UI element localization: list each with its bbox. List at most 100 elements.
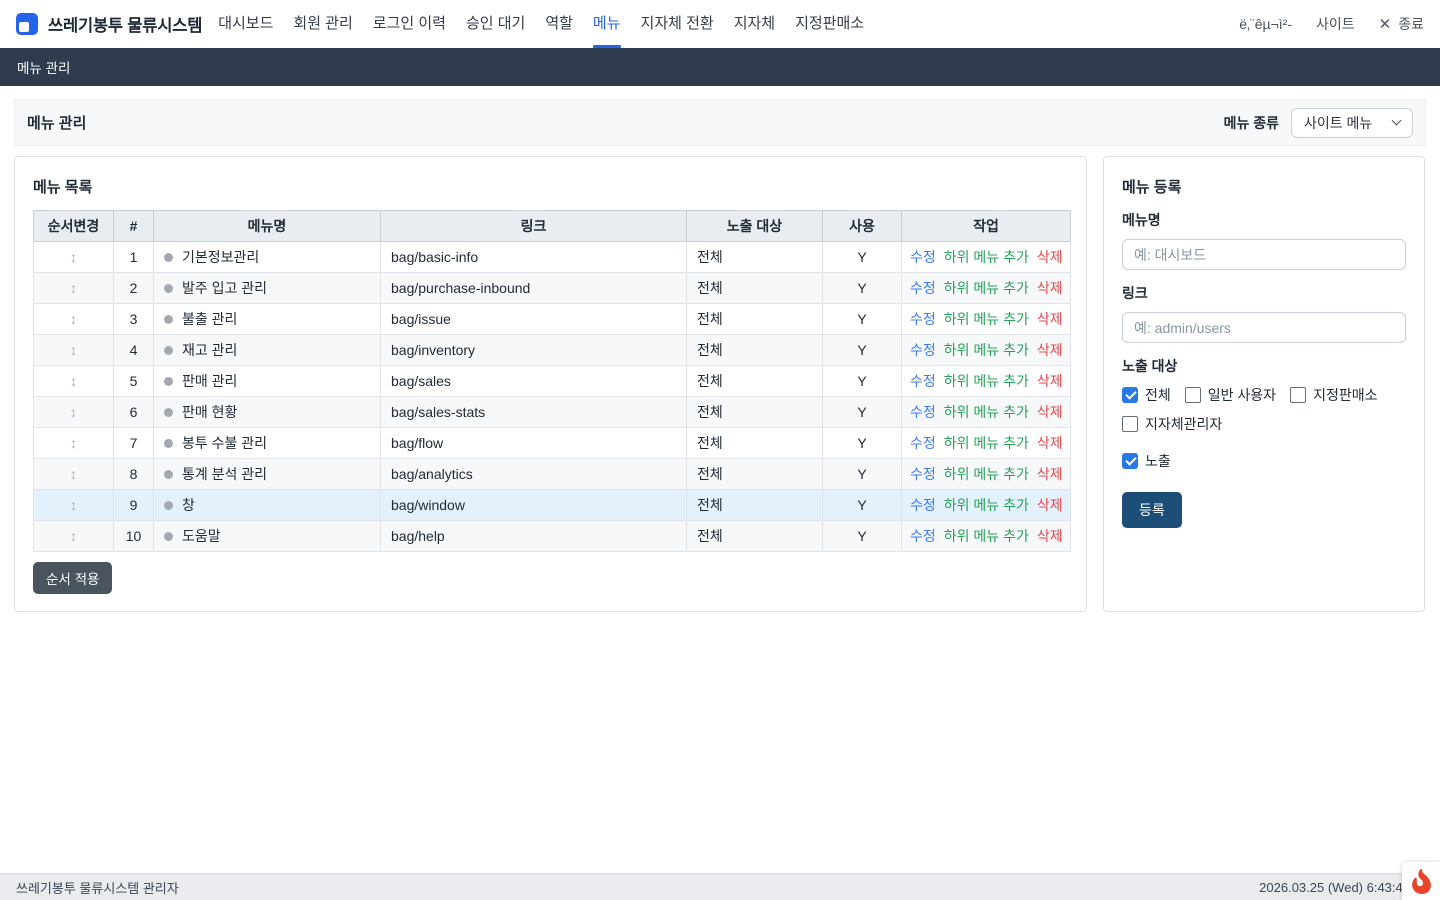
table-row: ↕ 8 통계 분석 관리 bag/analytics 전체 Y 수정하위 메뉴 … bbox=[34, 459, 1071, 490]
checkbox-all[interactable]: 전체 bbox=[1122, 385, 1171, 405]
menu-type-selected-value: 사이트 메뉴 bbox=[1304, 113, 1372, 133]
checkbox-visible[interactable]: 노출 bbox=[1122, 451, 1406, 471]
nav-item-login-history[interactable]: 로그인 이력 bbox=[363, 0, 456, 48]
page-title: 메뉴 관리 bbox=[27, 112, 86, 133]
add-submenu-link[interactable]: 하위 메뉴 추가 bbox=[944, 311, 1029, 327]
checkbox-unchecked-icon bbox=[1290, 387, 1306, 403]
menu-link: bag/flow bbox=[381, 428, 687, 459]
page-header: 메뉴 관리 메뉴 종류 사이트 메뉴 bbox=[14, 99, 1426, 146]
menu-type-select[interactable]: 사이트 메뉴 bbox=[1291, 108, 1413, 138]
drag-handle-icon[interactable]: ↕ bbox=[70, 373, 77, 389]
nav-item-members[interactable]: 회원 관리 bbox=[283, 0, 362, 48]
delete-link[interactable]: 삭제 bbox=[1037, 528, 1063, 544]
site-link[interactable]: 사이트 bbox=[1316, 14, 1355, 34]
edit-link[interactable]: 수정 bbox=[910, 311, 936, 327]
add-submenu-link[interactable]: 하위 메뉴 추가 bbox=[944, 280, 1029, 296]
menu-use: Y bbox=[823, 490, 902, 521]
table-row: ↕ 3 불출 관리 bag/issue 전체 Y 수정하위 메뉴 추가삭제 bbox=[34, 304, 1071, 335]
delete-link[interactable]: 삭제 bbox=[1037, 280, 1063, 296]
checkbox-unchecked-icon bbox=[1185, 387, 1201, 403]
menu-use: Y bbox=[823, 242, 902, 273]
edit-link[interactable]: 수정 bbox=[910, 342, 936, 358]
add-submenu-link[interactable]: 하위 메뉴 추가 bbox=[944, 404, 1029, 420]
row-number: 9 bbox=[114, 490, 154, 521]
menu-target: 전체 bbox=[687, 242, 823, 273]
delete-link[interactable]: 삭제 bbox=[1037, 311, 1063, 327]
chevron-down-icon bbox=[1392, 116, 1402, 126]
drag-handle-icon[interactable]: ↕ bbox=[70, 280, 77, 296]
main-nav: 대시보드 회원 관리 로그인 이력 승인 대기 역할 메뉴 지자체 전환 지자체… bbox=[208, 0, 874, 48]
drag-handle-icon[interactable]: ↕ bbox=[70, 466, 77, 482]
delete-link[interactable]: 삭제 bbox=[1037, 342, 1063, 358]
menu-link-input[interactable] bbox=[1122, 312, 1406, 343]
menu-name: 도움말 bbox=[182, 528, 221, 544]
add-submenu-link[interactable]: 하위 메뉴 추가 bbox=[944, 342, 1029, 358]
nav-item-municipality[interactable]: 지자체 bbox=[724, 0, 785, 48]
edit-link[interactable]: 수정 bbox=[910, 497, 936, 513]
edit-link[interactable]: 수정 bbox=[910, 528, 936, 544]
menu-list-panel: 메뉴 목록 순서변경 # 메뉴명 링크 노출 대상 사용 작업 bbox=[14, 156, 1087, 612]
menu-bullet-icon bbox=[164, 315, 173, 324]
col-header-order: 순서변경 bbox=[34, 211, 114, 242]
menu-table: 순서변경 # 메뉴명 링크 노출 대상 사용 작업 ↕ 1 기본정보관리 bag bbox=[33, 210, 1071, 552]
nav-item-menu[interactable]: 메뉴 bbox=[583, 0, 631, 48]
menu-list-title: 메뉴 목록 bbox=[33, 176, 1068, 197]
nav-item-dashboard[interactable]: 대시보드 bbox=[208, 0, 283, 48]
delete-link[interactable]: 삭제 bbox=[1037, 435, 1063, 451]
col-header-actions: 작업 bbox=[902, 211, 1071, 242]
edit-link[interactable]: 수정 bbox=[910, 280, 936, 296]
delete-link[interactable]: 삭제 bbox=[1037, 404, 1063, 420]
menu-register-panel: 메뉴 등록 메뉴명 링크 노출 대상 전체 일반 사용자 지정판매소 bbox=[1103, 156, 1425, 612]
edit-link[interactable]: 수정 bbox=[910, 404, 936, 420]
delete-link[interactable]: 삭제 bbox=[1037, 249, 1063, 265]
menu-name: 기본정보관리 bbox=[182, 249, 259, 265]
delete-link[interactable]: 삭제 bbox=[1037, 373, 1063, 389]
menu-name: 창 bbox=[182, 497, 195, 513]
drag-handle-icon[interactable]: ↕ bbox=[70, 404, 77, 420]
menu-link: bag/basic-info bbox=[381, 242, 687, 273]
add-submenu-link[interactable]: 하위 메뉴 추가 bbox=[944, 497, 1029, 513]
menu-use: Y bbox=[823, 335, 902, 366]
add-submenu-link[interactable]: 하위 메뉴 추가 bbox=[944, 528, 1029, 544]
edit-link[interactable]: 수정 bbox=[910, 249, 936, 265]
menu-bullet-icon bbox=[164, 532, 173, 541]
checkbox-general-user[interactable]: 일반 사용자 bbox=[1185, 385, 1276, 405]
nav-item-roles[interactable]: 역할 bbox=[535, 0, 583, 48]
menu-bullet-icon bbox=[164, 284, 173, 293]
checkbox-label: 일반 사용자 bbox=[1208, 385, 1276, 405]
checkbox-designated-seller[interactable]: 지정판매소 bbox=[1290, 385, 1377, 405]
menu-link: bag/help bbox=[381, 521, 687, 552]
nav-item-municipality-switch[interactable]: 지자체 전환 bbox=[631, 0, 724, 48]
brand[interactable]: 쓰레기봉투 물류시스템 bbox=[16, 12, 202, 36]
apply-order-button[interactable]: 순서 적용 bbox=[33, 562, 112, 594]
add-submenu-link[interactable]: 하위 메뉴 추가 bbox=[944, 466, 1029, 482]
row-number: 3 bbox=[114, 304, 154, 335]
register-button[interactable]: 등록 bbox=[1122, 492, 1182, 528]
delete-link[interactable]: 삭제 bbox=[1037, 497, 1063, 513]
nav-item-approval-pending[interactable]: 승인 대기 bbox=[456, 0, 535, 48]
drag-handle-icon[interactable]: ↕ bbox=[70, 342, 77, 358]
table-row: ↕ 2 발주 입고 관리 bag/purchase-inbound 전체 Y 수… bbox=[34, 273, 1071, 304]
menu-link: bag/sales bbox=[381, 366, 687, 397]
add-submenu-link[interactable]: 하위 메뉴 추가 bbox=[944, 435, 1029, 451]
menu-name-input[interactable] bbox=[1122, 239, 1406, 270]
drag-handle-icon[interactable]: ↕ bbox=[70, 497, 77, 513]
checkbox-municipality-admin[interactable]: 지자체관리자 bbox=[1122, 414, 1222, 434]
menu-use: Y bbox=[823, 521, 902, 552]
table-row: ↕ 1 기본정보관리 bag/basic-info 전체 Y 수정하위 메뉴 추… bbox=[34, 242, 1071, 273]
drag-handle-icon[interactable]: ↕ bbox=[70, 528, 77, 544]
drag-handle-icon[interactable]: ↕ bbox=[70, 249, 77, 265]
add-submenu-link[interactable]: 하위 메뉴 추가 bbox=[944, 373, 1029, 389]
edit-link[interactable]: 수정 bbox=[910, 466, 936, 482]
edit-link[interactable]: 수정 bbox=[910, 435, 936, 451]
add-submenu-link[interactable]: 하위 메뉴 추가 bbox=[944, 249, 1029, 265]
debug-toolbar-button[interactable] bbox=[1402, 862, 1440, 900]
nav-item-designated-seller[interactable]: 지정판매소 bbox=[785, 0, 874, 48]
delete-link[interactable]: 삭제 bbox=[1037, 466, 1063, 482]
edit-link[interactable]: 수정 bbox=[910, 373, 936, 389]
checkbox-label: 노출 bbox=[1145, 451, 1171, 471]
drag-handle-icon[interactable]: ↕ bbox=[70, 435, 77, 451]
logout-button[interactable]: ✕ 종료 bbox=[1379, 14, 1424, 34]
drag-handle-icon[interactable]: ↕ bbox=[70, 311, 77, 327]
target-checkbox-group: 전체 일반 사용자 지정판매소 지자체관리자 bbox=[1122, 385, 1406, 434]
